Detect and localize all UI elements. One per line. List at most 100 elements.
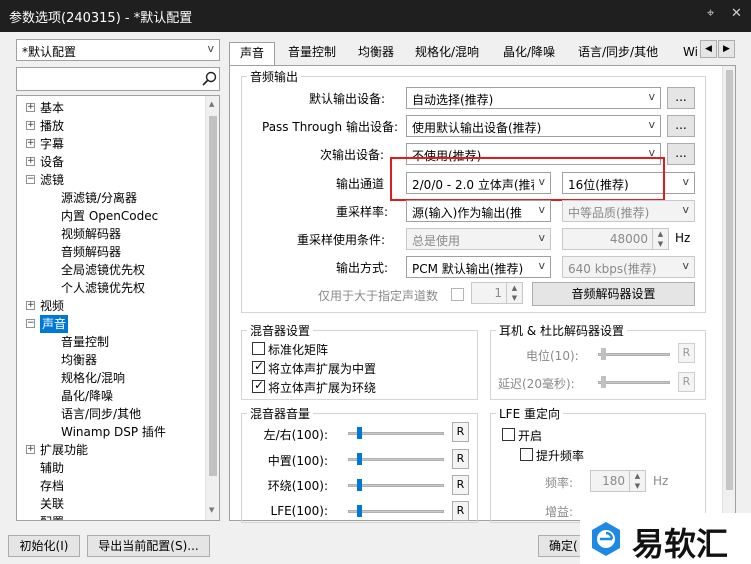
tab-volume[interactable]: 音量控制 xyxy=(288,42,336,64)
scroll-thumb[interactable] xyxy=(209,116,217,476)
resample-quality-select[interactable]: 中等品质(推荐) v xyxy=(562,200,695,222)
tree-item-global-filter[interactable]: 全局滤镜优先权 xyxy=(61,261,145,279)
collapse-icon[interactable]: − xyxy=(26,175,35,184)
volume-lfe-reset-button[interactable]: R xyxy=(452,501,469,521)
tree-item-normalize[interactable]: 规格化/混响 xyxy=(61,369,125,387)
bitrate-select[interactable]: 640 kbps(推荐) v xyxy=(562,256,695,278)
volume-surround-reset-button[interactable]: R xyxy=(452,475,469,495)
tree-item-winamp[interactable]: Winamp DSP 插件 xyxy=(61,423,166,441)
tree-item-filter[interactable]: 滤镜 xyxy=(40,171,64,189)
volume-surround-thumb[interactable] xyxy=(357,479,362,491)
default-device-more-button[interactable]: ... xyxy=(667,87,695,109)
expand-icon[interactable]: + xyxy=(26,157,35,166)
tree-item-subtitle[interactable]: 字幕 xyxy=(40,135,64,153)
passthrough-more-button[interactable]: ... xyxy=(667,115,695,137)
resample-freq-spinner[interactable]: 48000 ▲ ▼ xyxy=(562,228,669,250)
lfe-freq-spinner[interactable]: 180 ▲ ▼ xyxy=(590,470,646,492)
delay-reset-button[interactable]: R xyxy=(678,372,695,392)
tree-item-opencodec[interactable]: 内置 OpenCodec xyxy=(61,207,158,225)
tree-item-association[interactable]: 关联 xyxy=(40,495,64,513)
export-config-button[interactable]: 导出当前配置(S)... xyxy=(87,535,210,557)
tree-scrollbar[interactable]: ▲ ▼ xyxy=(205,96,219,520)
volume-center-slider[interactable] xyxy=(348,458,444,461)
tree-item-device[interactable]: 设备 xyxy=(40,153,64,171)
expand-center-checkbox[interactable] xyxy=(252,359,265,374)
delay-slider[interactable] xyxy=(598,381,670,384)
spinner-arrows-icon[interactable]: ▲ ▼ xyxy=(629,471,645,491)
passthrough-value: 使用默认输出设备(推荐) xyxy=(412,121,542,135)
expand-icon[interactable]: + xyxy=(26,445,35,454)
delay-slider-thumb[interactable] xyxy=(601,376,606,388)
tree-item-source-filter[interactable]: 源滤镜/分离器 xyxy=(61,189,137,207)
tree-item-basic[interactable]: 基本 xyxy=(40,99,64,117)
collapse-icon[interactable]: − xyxy=(26,319,35,328)
volume-lr-reset-button[interactable]: R xyxy=(452,422,469,442)
tree-item-assist[interactable]: 辅助 xyxy=(40,459,64,477)
tree-item-personal-filter[interactable]: 个人滤镜优先权 xyxy=(61,279,145,297)
secondary-device-more-button[interactable]: ... xyxy=(667,143,695,165)
expand-surround-checkbox[interactable] xyxy=(252,378,265,393)
volume-lfe-slider[interactable] xyxy=(348,510,444,513)
lfe-boost-checkbox[interactable] xyxy=(520,448,533,461)
tree-item-video-decoder[interactable]: 视频解码器 xyxy=(61,225,121,243)
volume-center-thumb[interactable] xyxy=(357,453,362,465)
min-channels-spinner[interactable]: 1 ▲ ▼ xyxy=(471,282,523,304)
tree-item-sound[interactable]: 声音 xyxy=(40,315,69,333)
watermark-text: 易软汇 xyxy=(632,525,729,563)
profile-select[interactable]: *默认配置 v xyxy=(16,39,220,61)
expand-icon[interactable]: + xyxy=(26,139,35,148)
tab-sound[interactable]: 声音 xyxy=(229,42,276,66)
pin-icon[interactable]: ⌖ xyxy=(707,6,714,21)
volume-surround-slider[interactable] xyxy=(348,484,444,487)
bitrate-value: 640 kbps(推荐) xyxy=(568,262,657,276)
tree-item-archive[interactable]: 存档 xyxy=(40,477,64,495)
resample-rate-select[interactable]: 源(输入)作为输出(推 v xyxy=(406,200,551,222)
tab-winamp[interactable]: Wi xyxy=(683,42,698,64)
page-scrollbar[interactable] xyxy=(722,66,735,520)
passthrough-select[interactable]: 使用默认输出设备(推荐) v xyxy=(406,115,661,137)
volume-center-reset-button[interactable]: R xyxy=(452,449,469,469)
tree-item-crystalize[interactable]: 晶化/降噪 xyxy=(61,387,113,405)
chevron-down-icon: v xyxy=(648,118,655,131)
min-channels-checkbox[interactable] xyxy=(451,288,464,301)
tab-language[interactable]: 语言/同步/其他 xyxy=(578,42,658,64)
output-mode-select[interactable]: PCM 默认输出(推荐) v xyxy=(406,256,551,278)
expand-icon[interactable]: + xyxy=(26,301,35,310)
scroll-down-icon[interactable]: ▼ xyxy=(209,506,214,514)
close-icon[interactable]: ✕ xyxy=(731,6,742,21)
resample-condition-select[interactable]: 总是使用 v xyxy=(406,228,551,250)
spinner-arrows-icon[interactable]: ▲ ▼ xyxy=(506,283,522,303)
audio-decoder-settings-button[interactable]: 音频解码器设置 xyxy=(532,282,695,306)
search-input[interactable] xyxy=(16,67,220,91)
level-reset-button[interactable]: R xyxy=(678,343,695,363)
volume-lr-slider[interactable] xyxy=(348,432,444,435)
lfe-gain-label: 增益: xyxy=(545,505,574,519)
volume-lr-thumb[interactable] xyxy=(357,427,362,439)
tree-item-extensions[interactable]: 扩展功能 xyxy=(40,441,88,459)
tree-item-volume[interactable]: 音量控制 xyxy=(61,333,109,351)
scroll-up-icon[interactable]: ▲ xyxy=(209,100,214,108)
lfe-enable-checkbox[interactable] xyxy=(502,428,515,441)
tab-strip: 声音 音量控制 均衡器 规格化/混响 晶化/降噪 语言/同步/其他 Wi ◀ ▶ xyxy=(229,36,741,66)
init-button[interactable]: 初始化(I) xyxy=(8,535,80,557)
volume-lfe-thumb[interactable] xyxy=(357,505,362,517)
tree-item-config[interactable]: 配置 xyxy=(40,513,64,520)
level-slider[interactable] xyxy=(598,353,670,356)
tree-item-audio-decoder[interactable]: 音频解码器 xyxy=(61,243,121,261)
tab-normalize[interactable]: 规格化/混响 xyxy=(415,42,479,64)
page-scroll-thumb[interactable] xyxy=(726,70,733,490)
tree-item-language[interactable]: 语言/同步/其他 xyxy=(61,405,141,423)
tab-crystalize[interactable]: 晶化/降噪 xyxy=(503,42,555,64)
tab-scroll-left-icon[interactable]: ◀ xyxy=(700,40,717,58)
tree-item-video[interactable]: 视频 xyxy=(40,297,64,315)
default-device-select[interactable]: 自动选择(推荐) v xyxy=(406,87,661,109)
spinner-arrows-icon[interactable]: ▲ ▼ xyxy=(652,229,668,249)
tree-item-equalizer[interactable]: 均衡器 xyxy=(61,351,97,369)
level-slider-thumb[interactable] xyxy=(601,348,606,360)
normalize-matrix-checkbox[interactable] xyxy=(252,342,265,355)
expand-icon[interactable]: + xyxy=(26,103,35,112)
tab-equalizer[interactable]: 均衡器 xyxy=(358,42,394,64)
tree-item-playback[interactable]: 播放 xyxy=(40,117,64,135)
expand-icon[interactable]: + xyxy=(26,121,35,130)
tab-scroll-right-icon[interactable]: ▶ xyxy=(718,40,735,58)
